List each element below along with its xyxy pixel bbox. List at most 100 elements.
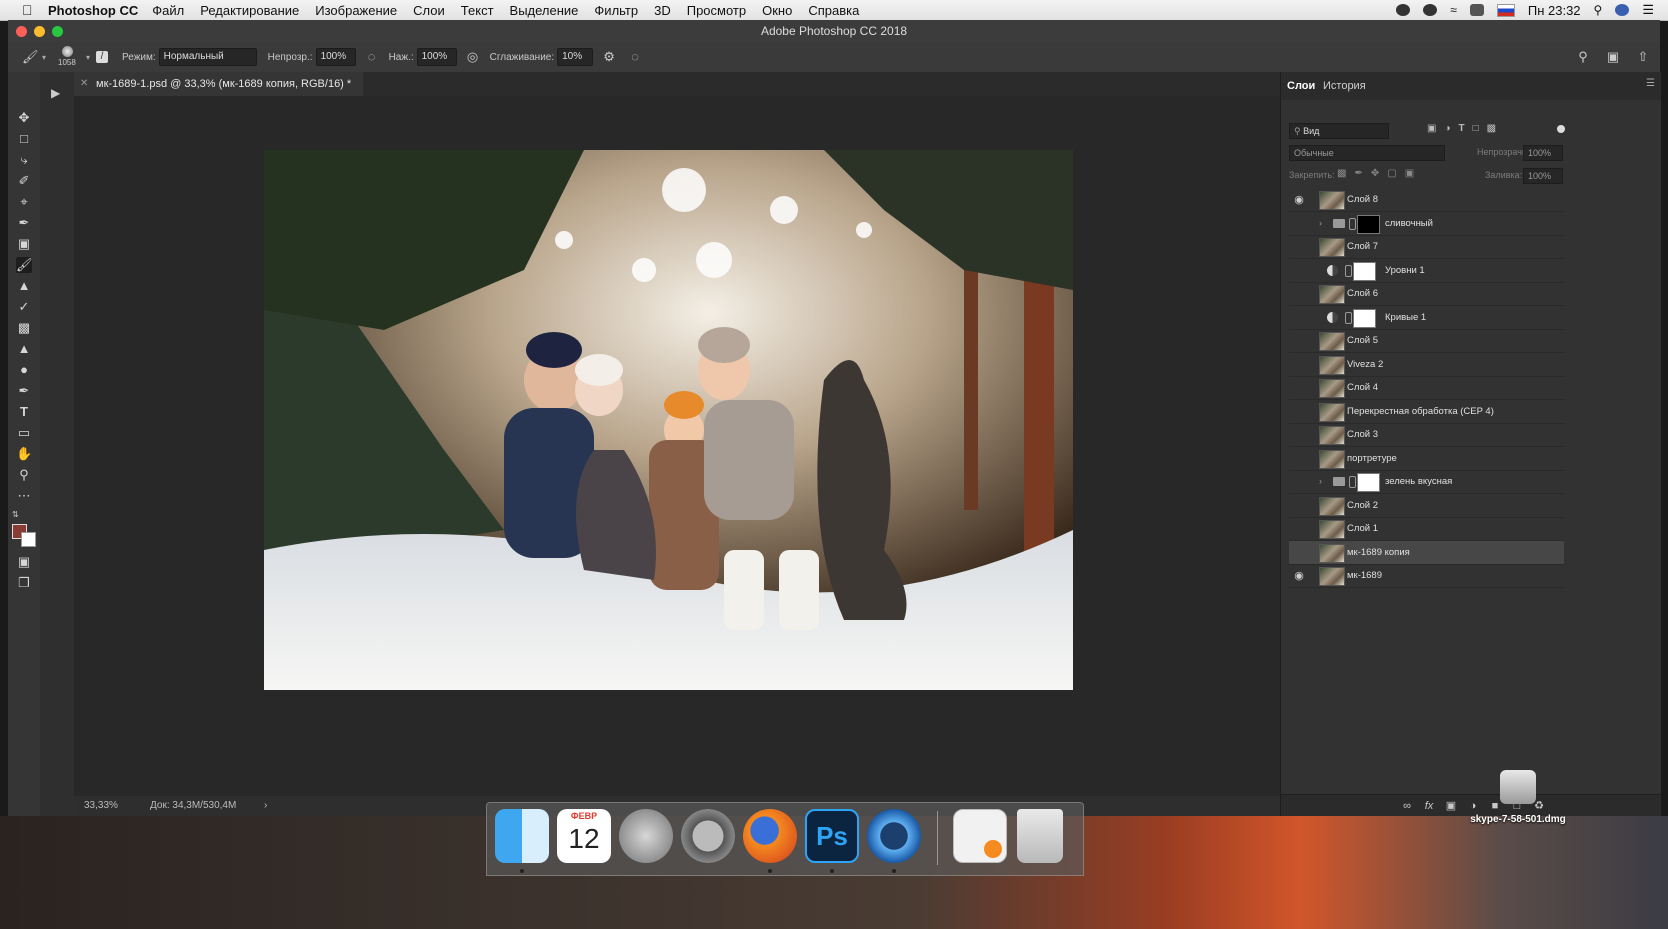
layer-row[interactable]: Слой 2: [1289, 494, 1564, 518]
siri-icon[interactable]: [1615, 4, 1630, 16]
menu-window[interactable]: Окно: [762, 3, 792, 18]
calendar-icon[interactable]: ФЕВР 12: [557, 809, 611, 863]
lock-artboard-icon[interactable]: ▢: [1387, 168, 1396, 179]
document-tab[interactable]: ✕ мк-1689-1.psd @ 33,3% (мк-1689 копия, …: [74, 72, 364, 96]
lasso-tool-icon[interactable]: ⤷: [16, 152, 32, 168]
visibility-eye-icon[interactable]: [1293, 406, 1305, 418]
layer-name[interactable]: Слой 3: [1347, 423, 1378, 446]
fill-input[interactable]: 100%: [1523, 168, 1563, 184]
menu-image[interactable]: Изображение: [315, 3, 397, 18]
input-flag-icon[interactable]: [1496, 3, 1515, 17]
smoothing-input[interactable]: 10%: [557, 48, 594, 66]
layer-name[interactable]: Перекрестная обработка (CEP 4): [1347, 400, 1494, 423]
tab-history[interactable]: История: [1323, 80, 1366, 92]
background-color-swatch[interactable]: [21, 532, 36, 547]
menu-view[interactable]: Просмотр: [687, 3, 746, 18]
layer-row[interactable]: ◉ Слой 8: [1289, 188, 1564, 212]
play-actions-icon[interactable]: ▶: [51, 86, 60, 100]
layer-row[interactable]: Слой 3: [1289, 423, 1564, 447]
menu-select[interactable]: Выделение: [510, 3, 579, 18]
quick-selection-tool-icon[interactable]: ✐: [16, 173, 32, 189]
link-layers-icon[interactable]: ∞: [1401, 800, 1413, 812]
app-menu[interactable]: Photoshop CC: [48, 3, 138, 18]
visibility-eye-icon[interactable]: [1293, 476, 1305, 488]
quicktime-icon[interactable]: [867, 809, 921, 863]
share-icon[interactable]: ⇧: [1636, 50, 1650, 64]
filter-smart-object-icon[interactable]: ▩: [1487, 123, 1496, 134]
visibility-eye-icon[interactable]: [1293, 547, 1305, 559]
eraser-tool-icon[interactable]: ▩: [16, 320, 32, 336]
layer-row[interactable]: Viveza 2: [1289, 353, 1564, 377]
group-expand-chevron-icon[interactable]: ›: [1319, 218, 1322, 228]
lock-position-icon[interactable]: ✥: [1371, 168, 1379, 179]
firefox-icon[interactable]: [743, 809, 797, 863]
finder-icon[interactable]: [495, 809, 549, 863]
airbrush-icon[interactable]: ◎: [466, 50, 480, 64]
visibility-eye-icon[interactable]: [1293, 523, 1305, 535]
quick-mask-icon[interactable]: ▣: [16, 554, 32, 570]
layer-name[interactable]: сливочный: [1385, 212, 1433, 235]
visibility-eye-icon[interactable]: [1293, 359, 1305, 371]
healing-brush-tool-icon[interactable]: ▣: [16, 236, 32, 252]
menu-help[interactable]: Справка: [808, 3, 859, 18]
hand-tool-icon[interactable]: ✋: [16, 446, 32, 462]
layer-name[interactable]: мк-1689: [1347, 564, 1382, 587]
layer-thumbnail[interactable]: [1319, 567, 1345, 586]
search-icon[interactable]: ⚲: [1576, 50, 1590, 64]
trash-icon[interactable]: [1017, 809, 1063, 863]
menu-file[interactable]: Файл: [152, 3, 184, 18]
layer-name[interactable]: портретуре: [1347, 447, 1397, 470]
crop-tool-icon[interactable]: ⌖: [16, 194, 32, 210]
brush-panel-toggle-icon[interactable]: /: [96, 51, 109, 63]
add-mask-icon[interactable]: ▣: [1445, 800, 1457, 812]
layer-row[interactable]: ◉ мк-1689: [1289, 564, 1564, 588]
system-preferences-icon[interactable]: [681, 809, 735, 863]
menu-type[interactable]: Текст: [461, 3, 494, 18]
menu-layer[interactable]: Слои: [413, 3, 445, 18]
desktop-file[interactable]: skype-7-58-501.dmg: [1470, 770, 1566, 842]
pen-tool-icon[interactable]: ✒: [16, 383, 32, 399]
layer-name[interactable]: Слой 2: [1347, 494, 1378, 517]
layer-opacity-input[interactable]: 100%: [1523, 145, 1563, 161]
cloud-status-icon[interactable]: [1423, 4, 1438, 16]
layer-style-fx-icon[interactable]: fx: [1423, 800, 1435, 812]
document-info[interactable]: Док: 34,3M/530,4M: [150, 796, 236, 816]
layer-mask-thumbnail[interactable]: [1353, 261, 1376, 281]
visibility-eye-icon[interactable]: [1293, 218, 1305, 230]
smoothing-settings-gear-icon[interactable]: ⚙: [602, 50, 616, 64]
layer-name[interactable]: Слой 8: [1347, 188, 1378, 211]
eyedropper-tool-icon[interactable]: ✒: [16, 215, 32, 231]
layer-name[interactable]: Слой 4: [1347, 376, 1378, 399]
tab-layers[interactable]: Слои: [1287, 80, 1315, 92]
layer-name[interactable]: Кривые 1: [1385, 306, 1426, 329]
layer-name[interactable]: Уровни 1: [1385, 259, 1425, 282]
layer-blend-mode-select[interactable]: Обычные: [1289, 145, 1445, 161]
visibility-eye-icon[interactable]: ◉: [1293, 194, 1305, 206]
layer-thumbnail[interactable]: [1319, 191, 1345, 210]
visibility-eye-icon[interactable]: [1293, 265, 1305, 277]
layer-name[interactable]: Слой 5: [1347, 329, 1378, 352]
layer-name[interactable]: зелень вкусная: [1385, 470, 1452, 493]
marquee-tool-icon[interactable]: □: [16, 131, 32, 147]
filter-toggle-icon[interactable]: [1557, 125, 1565, 133]
flow-input[interactable]: 100%: [416, 48, 457, 66]
history-brush-tool-icon[interactable]: ✓: [16, 299, 32, 315]
close-window-button[interactable]: [16, 26, 27, 37]
lock-transparent-icon[interactable]: ▩: [1337, 168, 1346, 179]
layer-thumbnail[interactable]: [1319, 355, 1345, 375]
layer-row[interactable]: Уровни 1: [1289, 259, 1564, 283]
layer-name[interactable]: Слой 6: [1347, 282, 1378, 305]
visibility-eye-icon[interactable]: [1293, 453, 1305, 465]
layer-filter-select[interactable]: ⚲ Вид: [1289, 123, 1389, 139]
layer-row[interactable]: › зелень вкусная: [1289, 470, 1564, 494]
visibility-eye-icon[interactable]: [1293, 382, 1305, 394]
panel-menu-icon[interactable]: ☰: [1646, 78, 1655, 89]
layer-thumbnail[interactable]: [1319, 426, 1345, 445]
layer-name[interactable]: Слой 7: [1347, 235, 1378, 258]
preset-dropdown-chevron-icon[interactable]: ▾: [42, 53, 46, 62]
layer-thumbnail[interactable]: [1319, 496, 1345, 516]
more-tools-icon[interactable]: ⋯: [16, 488, 32, 504]
opacity-input[interactable]: 100%: [315, 48, 356, 66]
notification-center-icon[interactable]: ☰: [1642, 2, 1654, 18]
filter-type-icon[interactable]: T: [1459, 123, 1465, 134]
